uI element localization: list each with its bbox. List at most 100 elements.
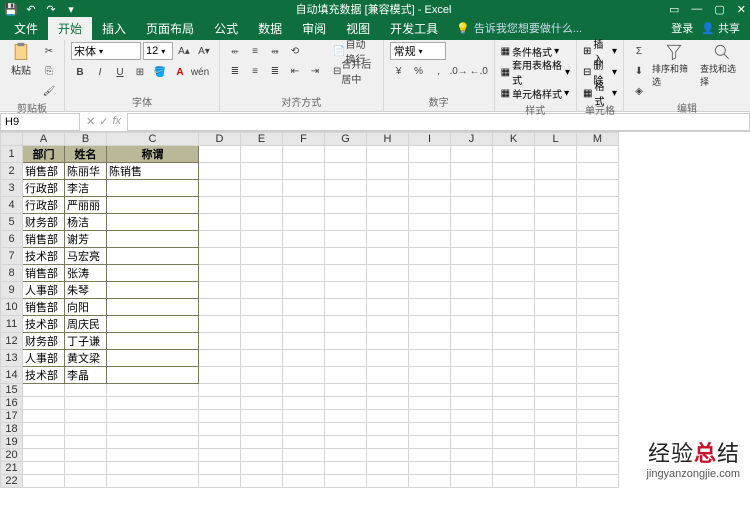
- cell-K1[interactable]: [493, 146, 535, 163]
- cell-M20[interactable]: [577, 449, 619, 462]
- cell-B7[interactable]: 马宏亮: [65, 248, 107, 265]
- row-header-5[interactable]: 5: [1, 214, 23, 231]
- tab-dev[interactable]: 开发工具: [380, 17, 448, 40]
- row-header-11[interactable]: 11: [1, 316, 23, 333]
- cell-E7[interactable]: [241, 248, 283, 265]
- cell-F10[interactable]: [283, 299, 325, 316]
- inc-decimal-icon[interactable]: .0→: [450, 62, 468, 80]
- col-header-K[interactable]: K: [493, 133, 535, 146]
- cell-J18[interactable]: [451, 423, 493, 436]
- cell-M13[interactable]: [577, 350, 619, 367]
- cell-L18[interactable]: [535, 423, 577, 436]
- cell-H7[interactable]: [367, 248, 409, 265]
- row-header-14[interactable]: 14: [1, 367, 23, 384]
- cell-B21[interactable]: [65, 462, 107, 475]
- cell-C4[interactable]: [107, 197, 199, 214]
- cell-K17[interactable]: [493, 410, 535, 423]
- cell-E14[interactable]: [241, 367, 283, 384]
- cell-G3[interactable]: [325, 180, 367, 197]
- cell-D12[interactable]: [199, 333, 241, 350]
- cell-C19[interactable]: [107, 436, 199, 449]
- enter-formula-icon[interactable]: ✓: [99, 115, 108, 128]
- row-header-18[interactable]: 18: [1, 423, 23, 436]
- cell-E20[interactable]: [241, 449, 283, 462]
- cell-B20[interactable]: [65, 449, 107, 462]
- cell-C7[interactable]: [107, 248, 199, 265]
- row-header-23[interactable]: 23: [1, 488, 23, 489]
- cell-D5[interactable]: [199, 214, 241, 231]
- cell-E12[interactable]: [241, 333, 283, 350]
- row-header-20[interactable]: 20: [1, 449, 23, 462]
- cell-H16[interactable]: [367, 397, 409, 410]
- cell-C1[interactable]: 称谓: [107, 146, 199, 163]
- row-header-17[interactable]: 17: [1, 410, 23, 423]
- cell-F5[interactable]: [283, 214, 325, 231]
- cell-D21[interactable]: [199, 462, 241, 475]
- cell-B1[interactable]: 姓名: [65, 146, 107, 163]
- cell-G14[interactable]: [325, 367, 367, 384]
- cell-G20[interactable]: [325, 449, 367, 462]
- cell-C16[interactable]: [107, 397, 199, 410]
- cell-F16[interactable]: [283, 397, 325, 410]
- cell-J22[interactable]: [451, 475, 493, 488]
- cell-F9[interactable]: [283, 282, 325, 299]
- format-painter-icon[interactable]: 🖌: [40, 82, 58, 100]
- cell-M4[interactable]: [577, 197, 619, 214]
- cell-I18[interactable]: [409, 423, 451, 436]
- cell-C8[interactable]: [107, 265, 199, 282]
- cell-M2[interactable]: [577, 163, 619, 180]
- clear-icon[interactable]: ◈: [630, 82, 648, 100]
- cell-A8[interactable]: 销售部: [23, 265, 65, 282]
- cell-G21[interactable]: [325, 462, 367, 475]
- cell-F12[interactable]: [283, 333, 325, 350]
- cell-B11[interactable]: 周庆民: [65, 316, 107, 333]
- cell-F2[interactable]: [283, 163, 325, 180]
- cell-E1[interactable]: [241, 146, 283, 163]
- cell-J23[interactable]: [451, 488, 493, 489]
- tab-file[interactable]: 文件: [4, 17, 48, 40]
- cell-I15[interactable]: [409, 384, 451, 397]
- cell-J11[interactable]: [451, 316, 493, 333]
- cell-H22[interactable]: [367, 475, 409, 488]
- cell-J16[interactable]: [451, 397, 493, 410]
- cell-A19[interactable]: [23, 436, 65, 449]
- worksheet-area[interactable]: ABCDEFGHIJKLM1部门姓名称谓2销售部陈丽华陈销售3行政部李洁4行政部…: [0, 132, 750, 488]
- cell-C23[interactable]: [107, 488, 199, 489]
- cell-I23[interactable]: [409, 488, 451, 489]
- cell-F1[interactable]: [283, 146, 325, 163]
- row-header-19[interactable]: 19: [1, 436, 23, 449]
- cell-E16[interactable]: [241, 397, 283, 410]
- cell-J5[interactable]: [451, 214, 493, 231]
- cell-K13[interactable]: [493, 350, 535, 367]
- cell-D22[interactable]: [199, 475, 241, 488]
- tab-home[interactable]: 开始: [48, 17, 92, 40]
- cell-M7[interactable]: [577, 248, 619, 265]
- cell-L2[interactable]: [535, 163, 577, 180]
- cell-I16[interactable]: [409, 397, 451, 410]
- cell-G8[interactable]: [325, 265, 367, 282]
- cell-G2[interactable]: [325, 163, 367, 180]
- cell-M5[interactable]: [577, 214, 619, 231]
- cell-A12[interactable]: 财务部: [23, 333, 65, 350]
- align-right-icon[interactable]: ≣: [266, 62, 284, 80]
- cell-G6[interactable]: [325, 231, 367, 248]
- cell-I19[interactable]: [409, 436, 451, 449]
- cell-M11[interactable]: [577, 316, 619, 333]
- cell-B2[interactable]: 陈丽华: [65, 163, 107, 180]
- cell-G1[interactable]: [325, 146, 367, 163]
- cell-B12[interactable]: 丁子谦: [65, 333, 107, 350]
- align-center-icon[interactable]: ≡: [246, 62, 264, 80]
- cell-M19[interactable]: [577, 436, 619, 449]
- cell-D1[interactable]: [199, 146, 241, 163]
- cell-H2[interactable]: [367, 163, 409, 180]
- cell-H13[interactable]: [367, 350, 409, 367]
- cell-A6[interactable]: 销售部: [23, 231, 65, 248]
- row-header-2[interactable]: 2: [1, 163, 23, 180]
- cell-F3[interactable]: [283, 180, 325, 197]
- copy-icon[interactable]: ⎘: [40, 62, 58, 80]
- col-header-I[interactable]: I: [409, 133, 451, 146]
- cell-G9[interactable]: [325, 282, 367, 299]
- cell-K5[interactable]: [493, 214, 535, 231]
- cell-L20[interactable]: [535, 449, 577, 462]
- cell-B17[interactable]: [65, 410, 107, 423]
